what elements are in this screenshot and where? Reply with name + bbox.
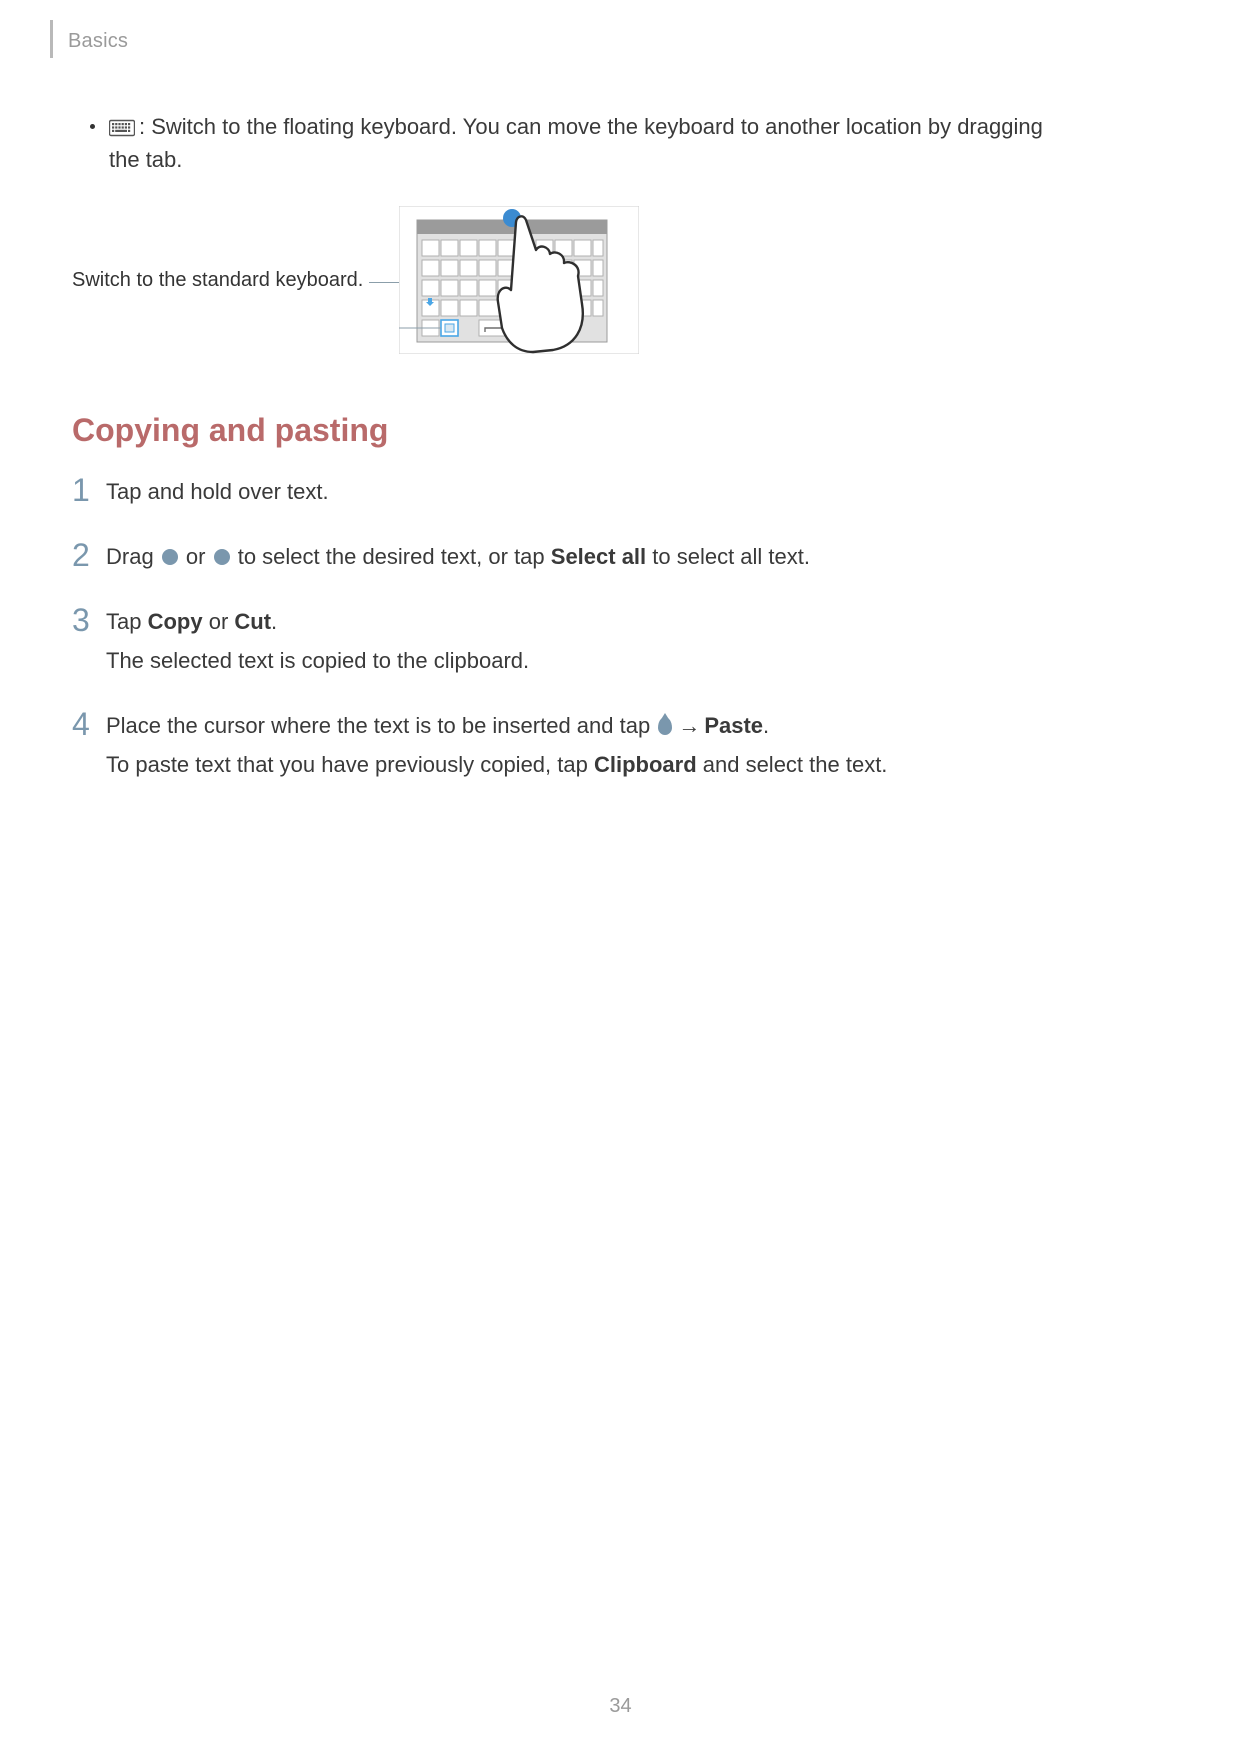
step-1-text: Tap and hold over text. (106, 475, 329, 508)
copy-label: Copy (148, 609, 203, 634)
step-number: 2 (72, 538, 106, 572)
step-number: 3 (72, 603, 106, 637)
bullet-dot-icon (90, 124, 95, 129)
cut-label: Cut (234, 609, 271, 634)
bullet-floating-keyboard: : Switch to the floating keyboard. You c… (90, 110, 1072, 176)
keyboard-icon (109, 114, 135, 134)
step-3-line1: Tap Copy or Cut. (106, 605, 529, 638)
step-2: 2 Drag or to select the desired text, or… (72, 538, 1072, 579)
text: to select all text. (646, 544, 810, 569)
step-body: Tap and hold over text. (106, 473, 329, 514)
bullet-text: : Switch to the floating keyboard. You c… (109, 110, 1072, 176)
text: or (180, 544, 212, 569)
step-number: 1 (72, 473, 106, 507)
selection-handle-start-icon (162, 549, 178, 565)
step-4: 4 Place the cursor where the text is to … (72, 707, 1072, 787)
step-4-line1: Place the cursor where the text is to be… (106, 709, 887, 742)
bullet-text-content: : Switch to the floating keyboard. You c… (109, 114, 1043, 172)
page-number: 34 (0, 1695, 1241, 1718)
page-content: : Switch to the floating keyboard. You c… (72, 110, 1072, 811)
text: and select the text. (697, 752, 888, 777)
text: to select the desired text, or tap (232, 544, 551, 569)
step-1: 1 Tap and hold over text. (72, 473, 1072, 514)
step-2-text: Drag or to select the desired text, or t… (106, 540, 810, 573)
selection-handle-end-icon (214, 549, 230, 565)
text: Tap (106, 609, 148, 634)
step-body: Tap Copy or Cut. The selected text is co… (106, 603, 529, 683)
text: Drag (106, 544, 160, 569)
figure-label: Switch to the standard keyboard. (72, 269, 363, 292)
cursor-handle-icon (658, 717, 672, 735)
step-4-line2: To paste text that you have previously c… (106, 748, 887, 781)
select-all-label: Select all (551, 544, 646, 569)
section-heading: Copying and pasting (72, 412, 1072, 449)
header-rule (50, 20, 53, 58)
leader-line (369, 282, 399, 283)
clipboard-label: Clipboard (594, 752, 697, 777)
floating-keyboard-illustration (399, 206, 639, 354)
header-section-title: Basics (68, 30, 128, 53)
figure-row: Switch to the standard keyboard. (72, 206, 1072, 354)
step-body: Place the cursor where the text is to be… (106, 707, 887, 787)
paste-label: Paste (704, 713, 763, 738)
step-3: 3 Tap Copy or Cut. The selected text is … (72, 603, 1072, 683)
text: Place the cursor where the text is to be… (106, 713, 656, 738)
step-3-line2: The selected text is copied to the clipb… (106, 644, 529, 677)
arrow-icon: → (678, 713, 700, 738)
text: To paste text that you have previously c… (106, 752, 594, 777)
text: . (271, 609, 277, 634)
text: or (203, 609, 235, 634)
step-body: Drag or to select the desired text, or t… (106, 538, 810, 579)
text: . (763, 713, 769, 738)
step-number: 4 (72, 707, 106, 741)
